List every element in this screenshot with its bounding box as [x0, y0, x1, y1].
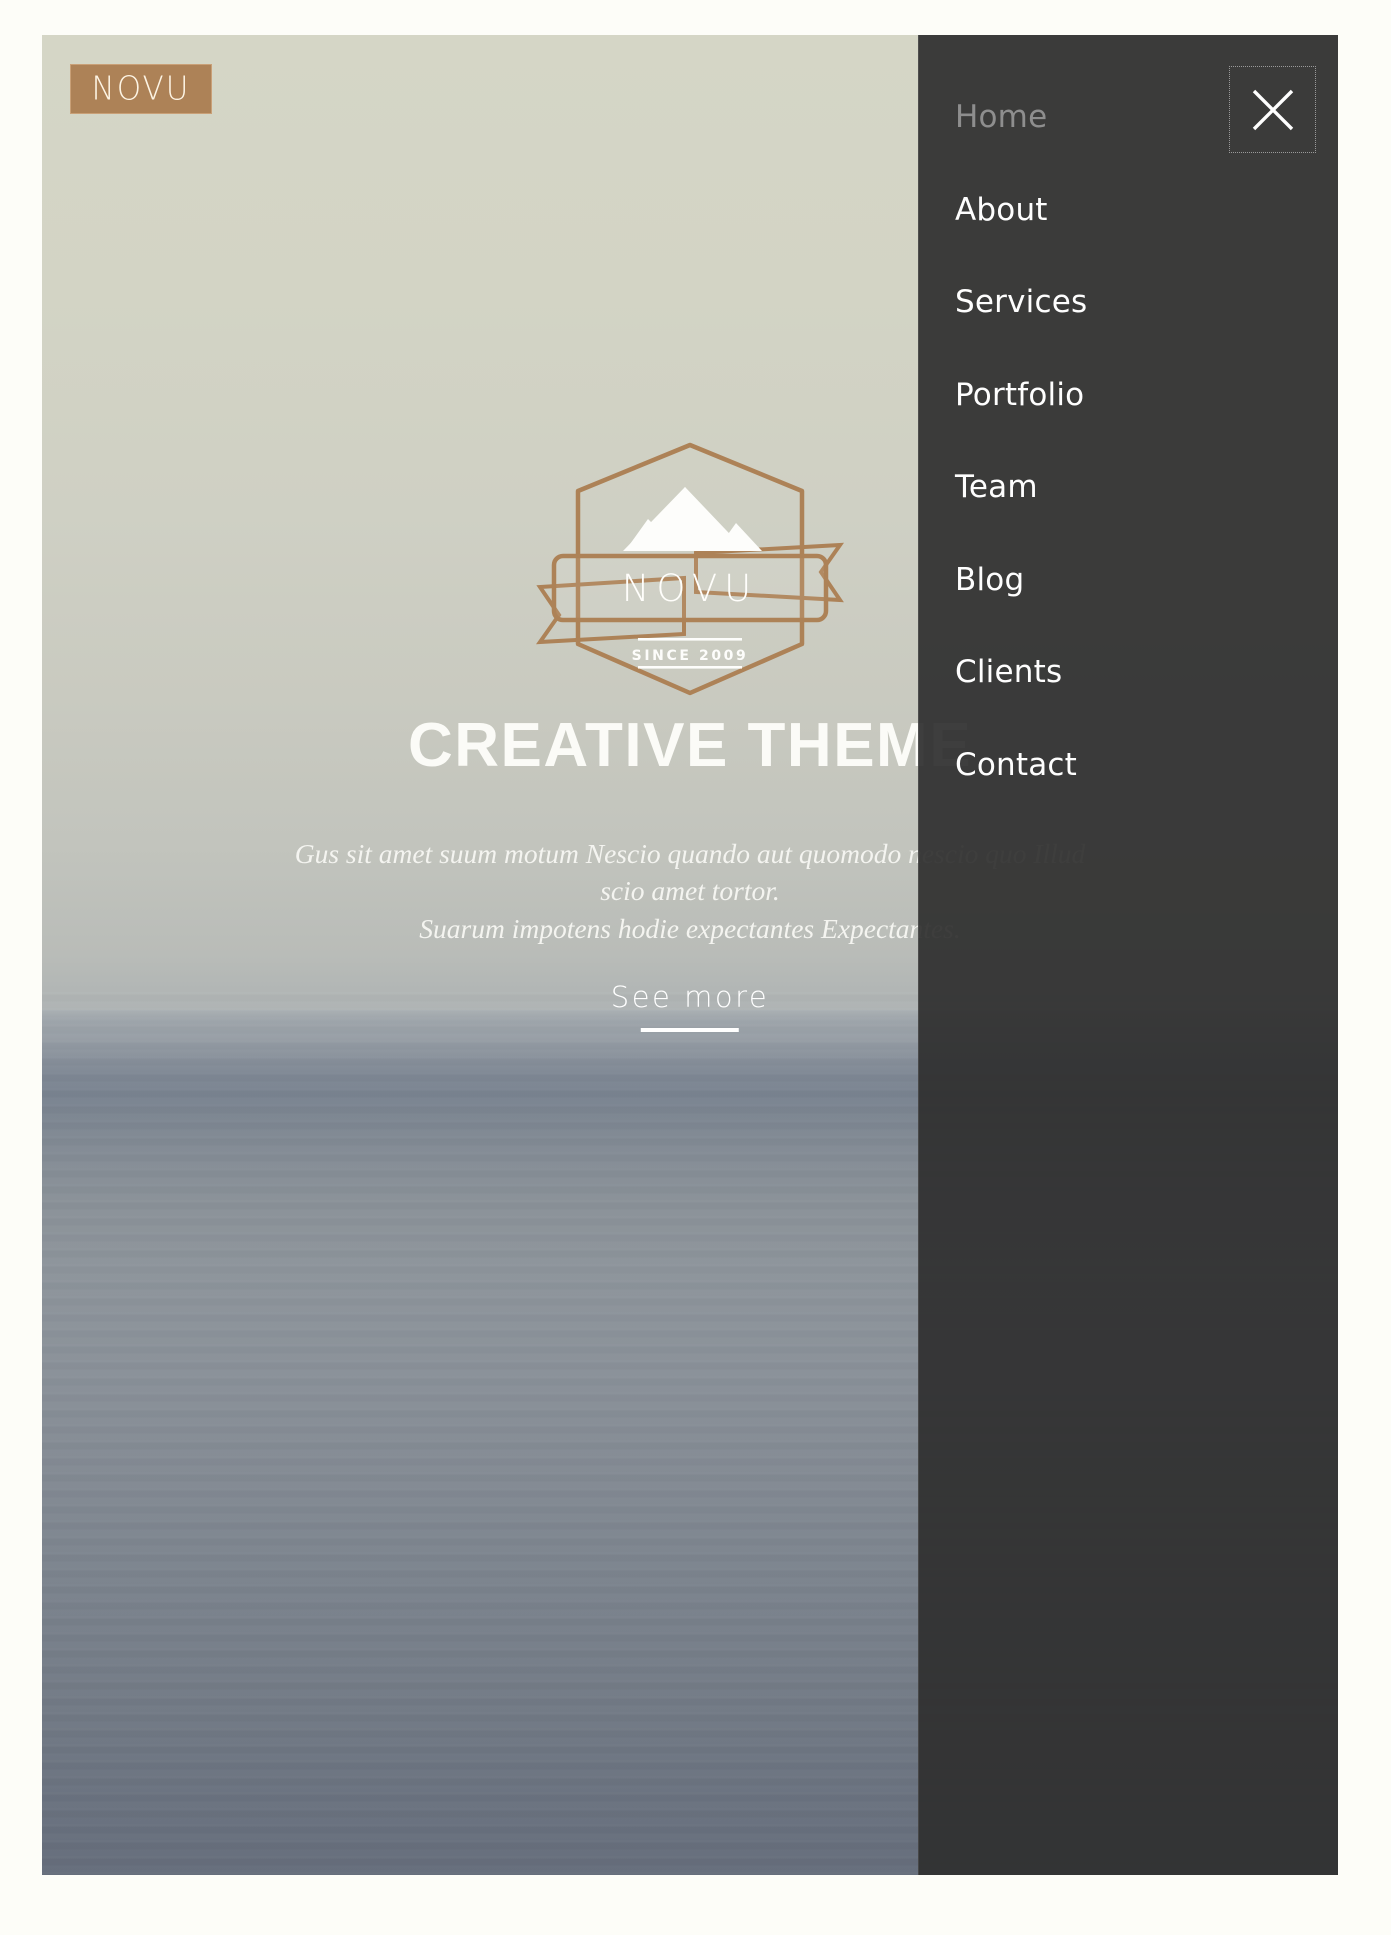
nav-item-label: Team	[955, 469, 1038, 506]
nav-item-home[interactable]: Home	[955, 71, 1338, 164]
badge-rule-bottom	[638, 666, 742, 669]
nav-item-label: Home	[955, 99, 1048, 136]
page-viewport: NOVU NOVU SINCE 2009 CREATIVE THEME Gus …	[42, 35, 1338, 1875]
see-more-underline	[641, 1028, 739, 1032]
badge-rule-top	[638, 638, 742, 641]
nav-item-label: About	[955, 191, 1048, 228]
brand-logo-text: NOVU	[91, 69, 191, 108]
nav-item-about[interactable]: About	[955, 164, 1338, 257]
badge-tagline: SINCE 2009	[632, 648, 749, 664]
see-more-button[interactable]: See more	[611, 980, 769, 1032]
hero-badge: NOVU SINCE 2009	[510, 435, 870, 705]
nav-item-portfolio[interactable]: Portfolio	[955, 349, 1338, 442]
nav-list: Home About Services Portfolio Team Blog Client…	[955, 71, 1338, 811]
mountain-icon	[623, 487, 762, 551]
see-more-label: See more	[610, 980, 770, 1014]
nav-item-label: Clients	[955, 654, 1063, 691]
badge-name: NOVU	[622, 567, 759, 610]
nav-item-contact[interactable]: Contact	[955, 719, 1338, 812]
nav-item-label: Services	[955, 284, 1088, 321]
badge-graphic: NOVU SINCE 2009	[535, 442, 845, 696]
brand-logo[interactable]: NOVU	[70, 64, 212, 114]
nav-item-label: Blog	[955, 561, 1025, 598]
nav-item-label: Portfolio	[955, 376, 1085, 413]
nav-item-label: Contact	[955, 746, 1078, 783]
nav-item-blog[interactable]: Blog	[955, 534, 1338, 627]
nav-item-team[interactable]: Team	[955, 441, 1338, 534]
nav-item-services[interactable]: Services	[955, 256, 1338, 349]
nav-item-clients[interactable]: Clients	[955, 626, 1338, 719]
slideout-nav-panel: Home About Services Portfolio Team Blog Client…	[918, 35, 1338, 1875]
